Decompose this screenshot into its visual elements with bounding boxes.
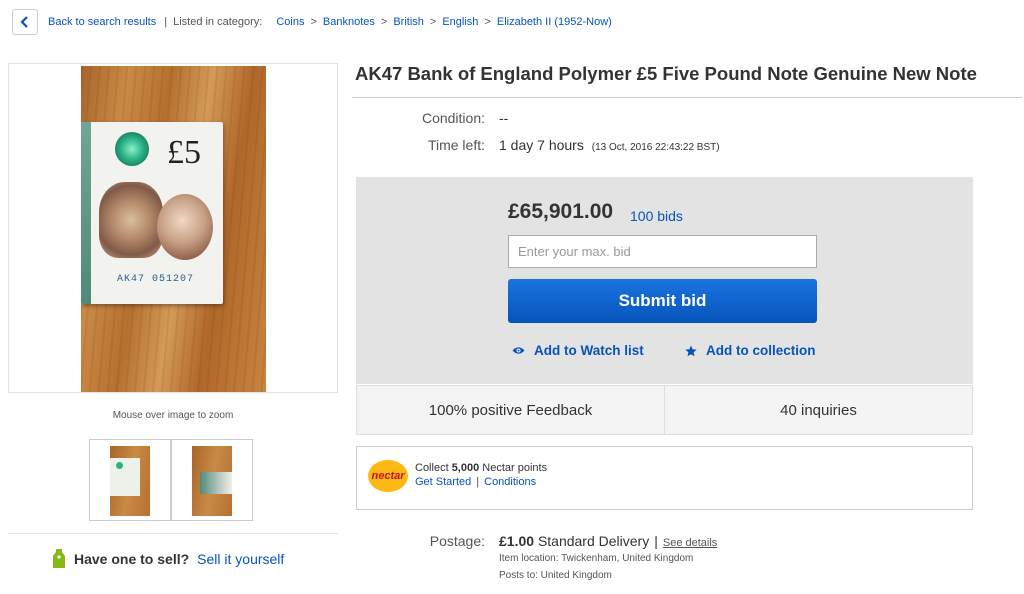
breadcrumb-coins[interactable]: Coins: [276, 16, 304, 28]
banknote: £5 AK47 051207: [81, 122, 223, 304]
breadcrumb-elizabeth-ii[interactable]: Elizabeth II (1952-Now): [497, 16, 612, 28]
postage-label: Postage:: [429, 533, 485, 549]
breadcrumb-english[interactable]: English: [442, 16, 478, 28]
back-to-search-link[interactable]: Back to search results: [48, 16, 156, 28]
thumbnail-image: [110, 446, 150, 516]
note-serial: AK47 051207: [117, 274, 195, 285]
listing-title: AK47 Bank of England Polymer £5 Five Pou…: [355, 63, 977, 84]
divider: [352, 97, 1022, 98]
see-details-link[interactable]: See details: [663, 537, 717, 549]
eye-icon: [512, 347, 525, 354]
note-strip: [81, 122, 91, 304]
nectar-links: Get Started | Conditions: [415, 476, 537, 488]
thumbnail-1[interactable]: [89, 439, 171, 521]
hologram: [115, 132, 149, 166]
end-time: (13 Oct, 2016 22:43:22 BST): [591, 142, 720, 153]
postage-method: Standard Delivery: [537, 533, 650, 549]
time-left-value: 1 day 7 hours: [499, 137, 584, 153]
sell-prompt: Have one to sell? Sell it yourself: [52, 549, 284, 569]
breadcrumb-separator: >: [380, 16, 388, 28]
inquiries-stat: 40 inquiries: [664, 386, 972, 434]
back-button[interactable]: [12, 9, 38, 35]
breadcrumb: Back to search results | Listed in catego…: [12, 9, 612, 35]
nectar-points-text: Collect 5,000 Nectar points: [415, 462, 548, 474]
breadcrumb-banknotes[interactable]: Banknotes: [323, 16, 375, 28]
thumbnail-image: [192, 446, 232, 516]
item-location: Item location: Twickenham, United Kingdo…: [499, 553, 694, 564]
posts-to: Posts to: United Kingdom: [499, 570, 612, 581]
max-bid-input[interactable]: [508, 235, 817, 268]
nectar-promo: nectar Collect 5,000 Nectar points Get S…: [356, 446, 973, 510]
nectar-logo: nectar: [368, 460, 408, 492]
thumbnail-2[interactable]: [171, 439, 253, 521]
main-image-frame[interactable]: £5 AK47 051207: [8, 63, 338, 393]
bid-count-link[interactable]: 100 bids: [630, 208, 683, 224]
sell-question: Have one to sell?: [74, 551, 190, 567]
seller-stats: 100% positive Feedback 40 inquiries: [356, 385, 973, 435]
price-tag-icon: [53, 549, 65, 568]
feedback-stat: 100% positive Feedback: [428, 401, 593, 419]
breadcrumb-separator: >: [484, 16, 491, 28]
breadcrumb-separator: >: [310, 16, 317, 28]
conditions-link[interactable]: Conditions: [484, 476, 536, 488]
time-left-label: Time left:: [427, 137, 485, 153]
collection-label: Add to collection: [706, 343, 816, 358]
bid-panel: £65,901.00 100 bids Submit bid Add to Wa…: [356, 177, 973, 384]
note-portrait: [157, 194, 213, 260]
breadcrumb-separator: >: [429, 16, 437, 28]
note-value: £5: [167, 134, 201, 171]
condition-value: --: [499, 110, 509, 126]
zoom-caption: Mouse over image to zoom: [112, 410, 234, 421]
postage-info: £1.00 Standard Delivery | See details: [499, 533, 718, 549]
main-image[interactable]: £5 AK47 051207: [81, 66, 266, 392]
divider: [8, 533, 338, 534]
postage-cost: £1.00: [499, 533, 535, 549]
listed-in-label: | Listed in category:: [164, 16, 263, 28]
sell-it-yourself-link[interactable]: Sell it yourself: [197, 551, 284, 567]
current-price: £65,901.00: [508, 200, 614, 223]
star-icon: [685, 345, 697, 356]
add-to-collection-link[interactable]: Add to collection: [685, 343, 816, 358]
nectar-points-amount: 5,000: [451, 462, 480, 474]
time-left: 1 day 7 hours (13 Oct, 2016 22:43:22 BST…: [499, 137, 720, 153]
note-window: [99, 182, 163, 258]
submit-bid-button[interactable]: Submit bid: [508, 279, 817, 323]
breadcrumb-british[interactable]: British: [393, 16, 424, 28]
add-to-watchlist-link[interactable]: Add to Watch list: [512, 343, 644, 358]
chevron-left-icon: [20, 16, 28, 28]
watchlist-label: Add to Watch list: [534, 343, 644, 358]
condition-label: Condition:: [421, 110, 485, 126]
get-started-link[interactable]: Get Started: [415, 476, 471, 488]
